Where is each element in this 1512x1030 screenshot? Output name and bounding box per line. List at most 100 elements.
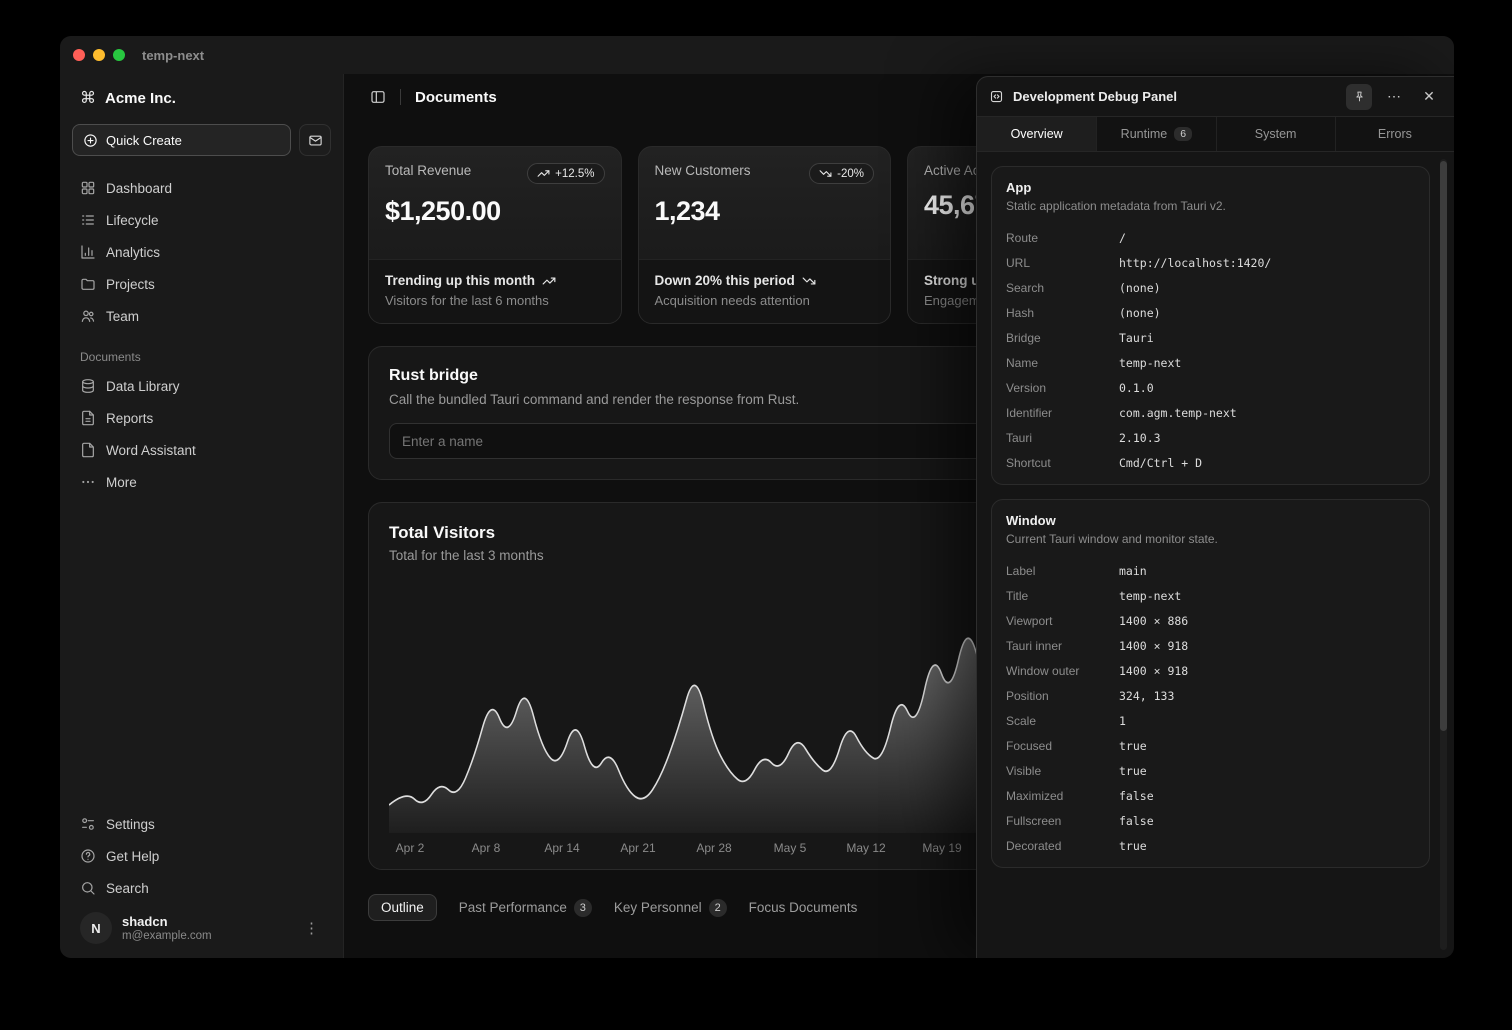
minimize-window-button[interactable] [93,49,105,61]
debug-row: Maximized false [992,783,1429,808]
badge-value: +12.5% [555,168,594,180]
debug-sections: App Static application metadata from Tau… [977,152,1454,958]
sidebar-item-label: Dashboard [106,181,172,196]
sidebar-item-analytics[interactable]: Analytics [72,236,331,268]
quick-create-button[interactable]: Quick Create [72,124,291,156]
sidebar-toggle-button[interactable] [370,89,386,105]
stat-footer: Down 20% this period Acquisition needs a… [639,259,891,323]
debug-row-label: Scale [1006,714,1119,728]
debug-row-label: Tauri [1006,431,1119,445]
pin-button[interactable] [1346,84,1372,110]
debug-panel-header: Development Debug Panel ⋯ ✕ [977,77,1454,117]
user-menu[interactable]: N shadcn m@example.com ⋮ [72,904,331,944]
debug-row: Decorated true [992,833,1429,858]
debug-row-value: temp-next [1119,356,1181,370]
chart-icon [80,244,96,260]
debug-panel-tabs: Overview Runtime 6 System Errors [977,117,1454,152]
debug-row: Name temp-next [992,350,1429,375]
debug-row-label: Decorated [1006,839,1119,853]
close-panel-button[interactable]: ✕ [1416,84,1442,110]
tab-past-performance[interactable]: Past Performance 3 [459,899,592,917]
tab-label: Focus Documents [749,900,858,915]
trend-badge: +12.5% [527,163,604,184]
close-icon: ✕ [1423,88,1435,105]
debug-row-value: Tauri [1119,331,1154,345]
debug-row-label: Maximized [1006,789,1119,803]
debug-row-label: Version [1006,381,1119,395]
debug-row-label: Route [1006,231,1119,245]
debug-row-value: (none) [1119,306,1161,320]
debug-row-value: 0.1.0 [1119,381,1154,395]
debug-row-label: Shortcut [1006,456,1119,470]
tab-system[interactable]: System [1216,117,1335,151]
debug-panel-title: Development Debug Panel [1013,89,1337,104]
debug-row-value: 1400 × 918 [1119,639,1188,653]
debug-row-label: Focused [1006,739,1119,753]
debug-row-label: Bridge [1006,331,1119,345]
debug-row: Viewport 1400 × 886 [992,608,1429,633]
debug-row: Scale 1 [992,708,1429,733]
tab-focus-documents[interactable]: Focus Documents [749,900,858,915]
sidebar-item-label: Data Library [106,379,180,394]
tab-label: Overview [1011,127,1063,141]
debug-section-rows: Label main Title temp-next Viewport 1400… [992,558,1429,858]
stat-label: New Customers [655,163,751,178]
inbox-mail-button[interactable] [299,124,331,156]
tab-count-badge: 2 [709,899,727,917]
sidebar-item-settings[interactable]: Settings [72,808,331,840]
scrollbar-thumb[interactable] [1440,161,1447,731]
sidebar-item-get-help[interactable]: Get Help [72,840,331,872]
debug-row-label: Search [1006,281,1119,295]
debug-row-value: 1 [1119,714,1126,728]
sidebar-item-more[interactable]: More [72,466,331,498]
search-icon [80,880,96,896]
debug-row-label: Hash [1006,306,1119,320]
panel-left-icon [370,89,386,105]
tab-overview[interactable]: Overview [977,117,1096,151]
mail-icon [308,133,323,148]
sidebar-item-projects[interactable]: Projects [72,268,331,300]
debug-row-value: com.agm.temp-next [1119,406,1237,420]
quick-create-label: Quick Create [106,133,182,148]
sidebar-item-lifecycle[interactable]: Lifecycle [72,204,331,236]
x-tick-label: Apr 2 [396,841,425,855]
sidebar-item-reports[interactable]: Reports [72,402,331,434]
org-header[interactable]: ⌘ Acme Inc. [72,80,331,116]
sidebar-item-team[interactable]: Team [72,300,331,332]
debug-row-value: http://localhost:1420/ [1119,256,1271,270]
sidebar-item-label: Lifecycle [106,213,159,228]
tab-runtime[interactable]: Runtime 6 [1096,117,1215,151]
sidebar-item-word-assistant[interactable]: Word Assistant [72,434,331,466]
debug-row-value: false [1119,814,1154,828]
more-options-button[interactable]: ⋯ [1381,84,1407,110]
scrollbar-track[interactable] [1440,159,1447,950]
sidebar-section-documents: Documents [72,350,331,364]
sidebar-item-label: Search [106,881,149,896]
debug-section-title: Window [1006,513,1415,528]
debug-row-label: Tauri inner [1006,639,1119,653]
stat-footer-title: Trending up this month [385,273,535,288]
sidebar-item-dashboard[interactable]: Dashboard [72,172,331,204]
debug-row: Search (none) [992,275,1429,300]
stat-card-total-revenue: Total Revenue +12.5% $1,250.00 Trending … [368,146,622,324]
ellipsis-icon [80,474,96,490]
tab-errors[interactable]: Errors [1335,117,1454,151]
sidebar-item-label: Settings [106,817,155,832]
database-icon [80,378,96,394]
x-tick-label: May 19 [922,841,961,855]
ellipsis-icon: ⋯ [1387,88,1401,105]
org-name: Acme Inc. [105,90,176,107]
sidebar-item-data-library[interactable]: Data Library [72,370,331,402]
kebab-vertical-icon[interactable]: ⋮ [300,919,323,937]
debug-row: Title temp-next [992,583,1429,608]
sidebar-item-search[interactable]: Search [72,872,331,904]
zoom-window-button[interactable] [113,49,125,61]
debug-panel: Development Debug Panel ⋯ ✕ Overview Run… [976,76,1454,958]
command-icon: ⌘ [80,88,96,108]
debug-row: Bridge Tauri [992,325,1429,350]
x-tick-label: Apr 28 [696,841,731,855]
tab-outline[interactable]: Outline [368,894,437,921]
debug-row-label: Title [1006,589,1119,603]
tab-key-personnel[interactable]: Key Personnel 2 [614,899,727,917]
close-window-button[interactable] [73,49,85,61]
